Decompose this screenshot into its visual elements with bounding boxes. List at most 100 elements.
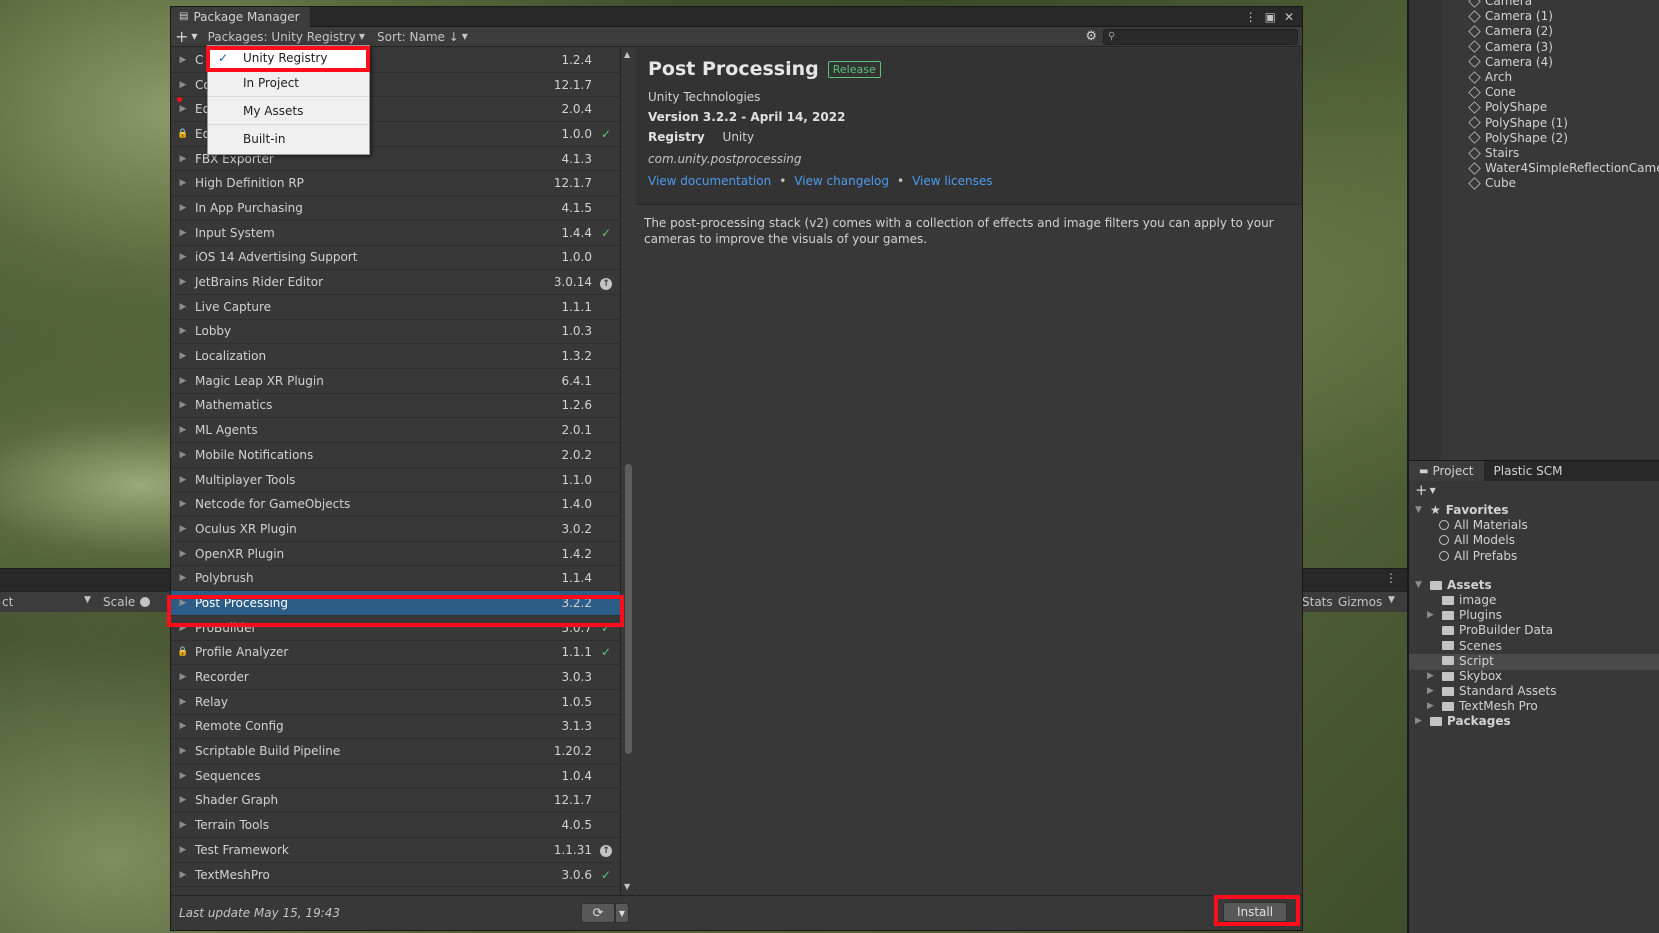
package-row[interactable]: ▶ TextMeshPro 3.0.6 ✓ xyxy=(171,863,620,888)
package-row[interactable]: ▶ Netcode for GameObjects 1.4.0 xyxy=(171,492,620,518)
chevron-down-icon[interactable]: ▼ xyxy=(84,595,91,605)
lock-icon[interactable]: 🔒 xyxy=(171,647,195,657)
expand-arrow-icon[interactable]: ▶ xyxy=(171,178,195,188)
hierarchy-item[interactable]: Camera (3) xyxy=(1468,40,1553,54)
asset-folder[interactable]: ▶ TextMesh Pro xyxy=(1427,699,1538,713)
package-row[interactable]: ▶ Mobile Notifications 2.0.2 xyxy=(171,443,620,468)
expand-arrow-icon[interactable]: ▶ xyxy=(171,623,195,633)
asset-folder[interactable]: image xyxy=(1427,593,1496,607)
favorites-folder[interactable]: ▼ ★ Favorites xyxy=(1415,503,1508,517)
hierarchy-item[interactable]: Camera (1) xyxy=(1468,9,1553,23)
expand-arrow-icon[interactable]: ▶ xyxy=(171,203,195,213)
expand-arrow-icon[interactable]: ▶ xyxy=(171,228,195,238)
kebab-menu-icon[interactable]: ⋮ xyxy=(1385,571,1397,585)
hierarchy-item[interactable]: Stairs xyxy=(1468,146,1519,160)
add-asset-button[interactable]: + xyxy=(1415,481,1428,499)
expand-arrow-icon[interactable]: ▶ xyxy=(1427,701,1437,711)
package-row[interactable]: ▶ Relay 1.0.5 xyxy=(171,690,620,715)
expand-arrow-icon[interactable]: ▶ xyxy=(1427,610,1437,620)
tab-project[interactable]: ▬ Project xyxy=(1409,461,1484,481)
asset-folder[interactable]: ▶ Skybox xyxy=(1427,669,1502,683)
hierarchy-item[interactable]: PolyShape (2) xyxy=(1468,131,1568,145)
expand-arrow-icon[interactable]: ▶ xyxy=(171,277,195,287)
collapse-arrow-icon[interactable]: ▼ xyxy=(1415,505,1425,515)
add-package-button[interactable]: + ▼ xyxy=(171,27,202,47)
expand-arrow-icon[interactable]: ▶ xyxy=(1427,671,1437,681)
package-row[interactable]: ▶ iOS 14 Advertising Support 1.0.0 xyxy=(171,246,620,271)
package-row[interactable]: ▶ ProBuilder 5.0.7 ✓ xyxy=(171,616,620,641)
packages-folder[interactable]: ▶ Packages xyxy=(1415,714,1511,728)
menu-item-unity-registry[interactable]: ✓ Unity Registry xyxy=(208,46,369,70)
gear-icon[interactable]: ⚙ xyxy=(1085,29,1097,44)
scroll-down-icon[interactable]: ▼ xyxy=(624,882,630,891)
packages-filter-dropdown[interactable]: Packages: Unity Registry ▼ xyxy=(202,27,371,47)
favorite-item[interactable]: All Materials xyxy=(1439,518,1528,532)
collapse-arrow-icon[interactable]: ▼ xyxy=(1415,580,1425,590)
sort-dropdown[interactable]: Sort: Name ↓ ▼ xyxy=(371,27,474,47)
search-input[interactable]: ⚲ xyxy=(1103,28,1298,45)
scrollbar-thumb[interactable] xyxy=(625,464,632,754)
expand-arrow-icon[interactable]: ▶ xyxy=(1427,686,1437,696)
package-row[interactable]: ▶ High Definition RP 12.1.7 xyxy=(171,171,620,197)
expand-arrow-icon[interactable]: ▶ xyxy=(171,104,195,114)
expand-arrow-icon[interactable]: ▶ xyxy=(171,820,195,830)
tab-package-manager[interactable]: ▤ Package Manager xyxy=(171,6,310,27)
expand-arrow-icon[interactable]: ▶ xyxy=(171,450,195,460)
expand-arrow-icon[interactable]: ▶ xyxy=(171,549,195,559)
hierarchy-item[interactable]: Arch xyxy=(1468,70,1512,84)
expand-arrow-icon[interactable]: ▶ xyxy=(171,771,195,781)
favorite-item[interactable]: All Prefabs xyxy=(1439,549,1517,563)
view-documentation-link[interactable]: View documentation xyxy=(648,174,771,188)
package-row[interactable]: ▶ Remote Config 3.1.3 xyxy=(171,715,620,740)
stats-button[interactable]: Stats xyxy=(1302,595,1333,609)
maximize-icon[interactable]: ▣ xyxy=(1265,10,1276,24)
hierarchy-item[interactable]: PolyShape (1) xyxy=(1468,116,1568,130)
install-button[interactable]: Install xyxy=(1223,902,1287,922)
package-row[interactable]: ▶ Lobby 1.0.3 xyxy=(171,320,620,345)
view-licenses-link[interactable]: View licenses xyxy=(912,174,992,188)
package-row[interactable]: ▶ Localization 1.3.2 xyxy=(171,344,620,369)
expand-arrow-icon[interactable]: ▶ xyxy=(171,499,195,509)
package-row[interactable]: ▶ Magic Leap XR Plugin 6.4.1 xyxy=(171,369,620,394)
hierarchy-item[interactable]: Camera xyxy=(1468,0,1532,8)
package-row[interactable]: 🔒 Profile Analyzer 1.1.1 ✓ xyxy=(171,641,620,666)
assets-folder[interactable]: ▼ Assets xyxy=(1415,578,1492,592)
package-row[interactable]: ▶ ML Agents 2.0.1 xyxy=(171,418,620,443)
refresh-dropdown-icon[interactable]: ▼ xyxy=(615,903,629,923)
scene-toolbar-partial-label[interactable]: ct xyxy=(2,595,13,609)
expand-arrow-icon[interactable]: ▶ xyxy=(171,795,195,805)
asset-folder[interactable]: ProBuilder Data xyxy=(1427,623,1553,637)
expand-arrow-icon[interactable]: ▶ xyxy=(171,524,195,534)
asset-folder[interactable]: ▶ Standard Assets xyxy=(1427,684,1556,698)
package-row[interactable]: ▶ JetBrains Rider Editor 3.0.14 ↑ xyxy=(171,270,620,295)
package-row[interactable]: ▶ Terrain Tools 4.0.5 xyxy=(171,813,620,838)
expand-arrow-icon[interactable]: ▶ xyxy=(171,475,195,485)
package-row[interactable]: ▶ In App Purchasing 4.1.5 xyxy=(171,196,620,221)
lock-icon[interactable]: 🔒 xyxy=(171,129,195,139)
hierarchy-item[interactable]: Cone xyxy=(1468,85,1516,99)
package-list-scrollbar[interactable]: ▲ ▼ xyxy=(623,48,635,895)
gizmos-dropdown-icon[interactable]: ▼ xyxy=(1388,595,1395,605)
expand-arrow-icon[interactable]: ▶ xyxy=(171,376,195,386)
expand-arrow-icon[interactable]: ▶ xyxy=(171,351,195,361)
package-row[interactable]: ▶ OpenXR Plugin 1.4.2 xyxy=(171,542,620,567)
package-row[interactable]: ▶ Polybrush 1.1.4 xyxy=(171,566,620,592)
tab-plastic-scm[interactable]: Plastic SCM xyxy=(1484,461,1573,481)
package-row[interactable]: ▶ Recorder 3.0.3 xyxy=(171,665,620,690)
expand-arrow-icon[interactable]: ▶ xyxy=(171,870,195,880)
close-icon[interactable]: ✕ xyxy=(1284,10,1294,24)
kebab-menu-icon[interactable]: ⋮ xyxy=(1245,10,1257,24)
menu-item-built-in[interactable]: Built-in xyxy=(208,125,369,153)
package-row[interactable]: ▶ Test Framework 1.1.31 ↑ xyxy=(171,838,620,863)
expand-arrow-icon[interactable]: ▶ xyxy=(171,845,195,855)
expand-arrow-icon[interactable]: ▶ xyxy=(1415,716,1425,726)
menu-item-my-assets[interactable]: My Assets xyxy=(208,97,369,125)
expand-arrow-icon[interactable]: ▶ xyxy=(171,154,195,164)
favorite-item[interactable]: All Models xyxy=(1439,533,1515,547)
asset-folder[interactable]: ▶ Plugins xyxy=(1427,608,1502,622)
expand-arrow-icon[interactable]: ▶ xyxy=(171,400,195,410)
expand-arrow-icon[interactable]: ▶ xyxy=(171,697,195,707)
gizmos-button[interactable]: Gizmos xyxy=(1338,595,1382,609)
refresh-icon[interactable]: ⟳ xyxy=(581,903,615,923)
menu-item-in-project[interactable]: In Project xyxy=(208,70,369,97)
